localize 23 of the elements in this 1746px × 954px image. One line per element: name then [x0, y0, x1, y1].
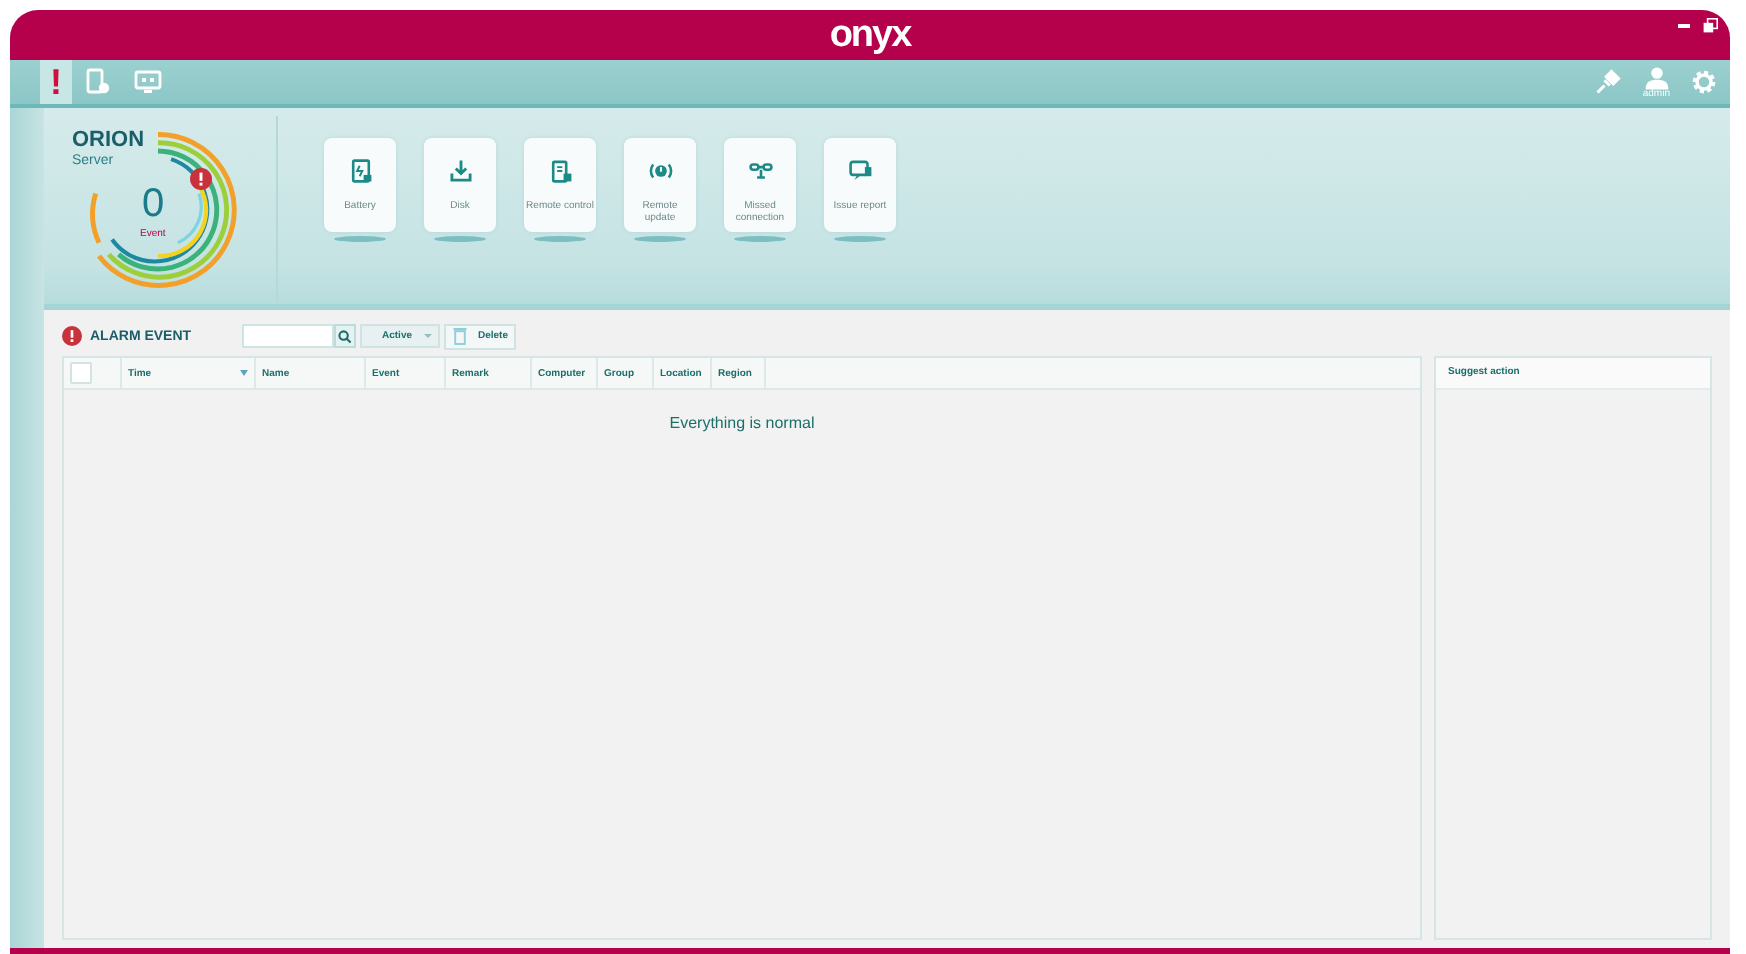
monitor-icon — [134, 70, 162, 94]
battery-icon — [347, 158, 373, 184]
alert-icon — [190, 168, 212, 190]
settings-icon[interactable] — [1690, 68, 1718, 96]
logo: onyx — [829, 15, 911, 55]
select-all-checkbox[interactable] — [70, 362, 92, 384]
chat-icon — [847, 158, 873, 184]
search-field[interactable] — [242, 324, 334, 348]
alert-circle-icon — [647, 158, 673, 184]
download-icon — [447, 158, 473, 184]
minimize-button[interactable] — [1678, 24, 1690, 28]
search-button[interactable] — [334, 324, 356, 348]
alert-icon — [62, 326, 82, 346]
link-icon — [747, 158, 773, 184]
clipboard-icon — [547, 158, 573, 184]
alert-tab[interactable]: ! — [40, 60, 72, 104]
trash-icon — [452, 326, 468, 346]
server-name: ORION — [72, 128, 145, 152]
plug-icon[interactable] — [1594, 68, 1623, 96]
restore-button[interactable] — [1702, 18, 1718, 34]
device-icon — [86, 68, 110, 96]
event-count: 0 — [142, 182, 165, 226]
empty-message: Everything is normal — [669, 414, 815, 432]
